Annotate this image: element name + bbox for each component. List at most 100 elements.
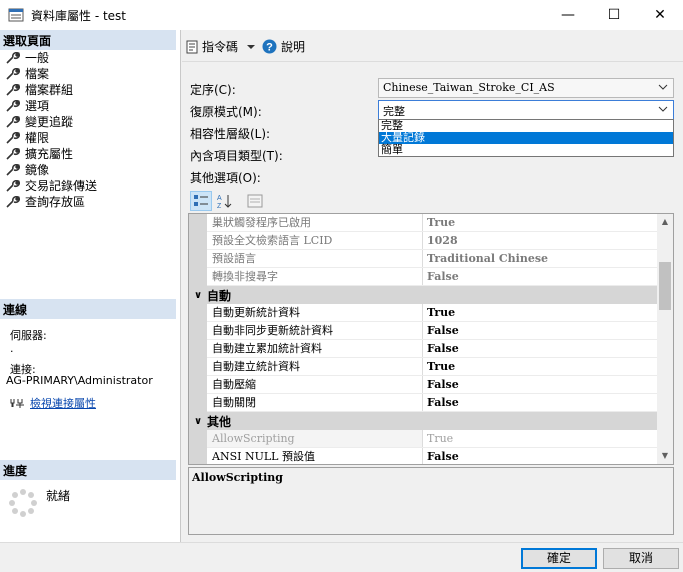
wrench-icon <box>6 180 20 192</box>
page-item[interactable]: 查詢存放區 <box>6 194 97 210</box>
view-connection-properties[interactable]: 檢視連接屬性 <box>10 395 96 411</box>
property-row[interactable]: 轉換非搜尋字 False <box>189 268 658 286</box>
property-row[interactable]: ANSI NULL 預設值 False <box>189 448 658 464</box>
description-panel: AllowScripting <box>188 467 674 535</box>
property-value[interactable]: False <box>423 376 658 393</box>
categorized-icon <box>194 195 208 206</box>
page-item[interactable]: 鏡像 <box>6 162 97 178</box>
progress-status: 就緒 <box>46 489 71 503</box>
recovery-option[interactable]: 大量記錄 <box>379 132 673 144</box>
page-list: 一般 檔案 檔案群組 選項 變更追蹤權限 擴充屬性 鏡像 交易記錄傳送 查詢存放區 <box>6 50 97 210</box>
property-row[interactable]: 自動建立累加統計資料 False <box>189 340 658 358</box>
page-item-label: 權限 <box>25 131 50 145</box>
property-value[interactable]: 1028 <box>423 232 658 249</box>
bottom-bar: 確定 取消 <box>0 542 683 572</box>
property-row[interactable]: 預設全文檢索語言 LCID 1028 <box>189 232 658 250</box>
row-gutter <box>189 250 207 268</box>
scroll-up-arrow-icon[interactable]: ▲ <box>657 214 673 230</box>
collapse-chevron-icon[interactable]: ∨ <box>189 416 207 427</box>
page-item-label: 一般 <box>25 51 50 65</box>
property-value[interactable]: True <box>423 304 658 321</box>
help-icon: ? <box>262 39 277 54</box>
connection-plug-icon <box>10 399 24 408</box>
sort-alphabetical-button[interactable]: A Z <box>214 191 236 211</box>
property-name: ANSI NULL 預設值 <box>207 448 423 464</box>
recovery-value: 完整 <box>383 105 405 118</box>
minimize-button[interactable]: — <box>545 0 591 30</box>
property-value[interactable]: True <box>423 358 658 375</box>
page-item[interactable]: 權限 <box>6 130 97 146</box>
maximize-button[interactable]: ☐ <box>591 0 637 30</box>
containment-type-label: 內含項目類型(T): <box>190 149 283 163</box>
page-item[interactable]: 變更追蹤 <box>6 114 97 130</box>
property-value[interactable]: False <box>423 340 658 357</box>
property-row[interactable]: 自動關閉 False <box>189 394 658 412</box>
property-name: 自動關閉 <box>207 394 423 411</box>
page-item[interactable]: 擴充屬性 <box>6 146 97 162</box>
connection-value: AG-PRIMARY\Administrator <box>6 374 153 387</box>
property-row[interactable]: 自動非同步更新統計資料 False <box>189 322 658 340</box>
recovery-model-select[interactable]: 完整 <box>378 100 674 120</box>
wrench-icon <box>6 100 20 112</box>
row-gutter <box>189 358 207 376</box>
property-pages-button[interactable] <box>244 191 266 211</box>
property-name: 自動更新統計資料 <box>207 304 423 321</box>
category-row[interactable]: ∨ 其他 <box>189 412 658 430</box>
categorized-button[interactable] <box>190 191 212 211</box>
collation-value: Chinese_Taiwan_Stroke_CI_AS <box>383 81 555 94</box>
scroll-thumb[interactable] <box>659 262 671 310</box>
property-name: 自動建立累加統計資料 <box>207 340 423 357</box>
left-panel: 選取頁面 一般 檔案 檔案群組 選項 變更追蹤 權限 擴充屬性 鏡像 交易記錄傳送 查詢存放區 連… <box>0 30 181 542</box>
property-value[interactable]: True <box>423 430 658 447</box>
description-title: AllowScripting <box>192 471 283 484</box>
cancel-button[interactable]: 取消 <box>603 548 679 569</box>
scroll-down-arrow-icon[interactable]: ▼ <box>657 448 673 464</box>
help-button[interactable]: ? 說明 <box>262 38 305 55</box>
row-gutter <box>189 448 207 464</box>
property-row[interactable]: 自動建立統計資料 True <box>189 358 658 376</box>
server-label: 伺服器: <box>10 329 47 342</box>
collapse-chevron-icon[interactable]: ∨ <box>189 290 207 301</box>
wrench-icon <box>6 116 20 128</box>
property-row[interactable]: AllowScripting True <box>189 430 658 448</box>
title-bar: 資料庫屬性 - test — ☐ ✕ <box>0 0 683 30</box>
row-gutter <box>189 214 207 232</box>
ok-button[interactable]: 確定 <box>521 548 597 569</box>
property-row[interactable]: 預設語言 Traditional Chinese <box>189 250 658 268</box>
chevron-down-icon <box>658 84 668 90</box>
wrench-icon <box>6 164 20 176</box>
property-name: 自動非同步更新統計資料 <box>207 322 423 339</box>
script-button[interactable]: 指令碼 <box>185 38 256 55</box>
row-gutter <box>189 394 207 412</box>
page-item[interactable]: 一般 <box>6 50 97 66</box>
category-row[interactable]: ∨ 自動 <box>189 286 658 304</box>
category-name: 自動 <box>207 288 232 303</box>
property-row[interactable]: 自動更新統計資料 True <box>189 304 658 322</box>
page-item[interactable]: 檔案 <box>6 66 97 82</box>
property-value[interactable]: True <box>423 214 658 231</box>
page-item-label: 變更追蹤 <box>25 115 74 129</box>
connection-header: 連線 <box>0 299 176 319</box>
right-panel: 指令碼 ? 說明 定序(C): Chinese_Taiwan_Stroke_CI… <box>182 30 683 542</box>
collation-select[interactable]: Chinese_Taiwan_Stroke_CI_AS <box>378 78 674 98</box>
property-row[interactable]: 巢狀觸發程序已啟用 True <box>189 214 658 232</box>
svg-text:Z: Z <box>217 203 222 209</box>
row-gutter <box>189 430 207 448</box>
close-button[interactable]: ✕ <box>637 0 683 30</box>
property-row[interactable]: 自動壓縮 False <box>189 376 658 394</box>
property-value[interactable]: Traditional Chinese <box>423 250 658 267</box>
row-gutter <box>189 232 207 250</box>
page-item[interactable]: 交易記錄傳送 <box>6 178 97 194</box>
property-value[interactable]: False <box>423 268 658 285</box>
help-label: 說明 <box>281 40 306 54</box>
property-value[interactable]: False <box>423 322 658 339</box>
recovery-option[interactable]: 簡單 <box>379 144 673 156</box>
page-item[interactable]: 檔案群組 <box>6 82 97 98</box>
grid-scrollbar[interactable]: ▲ ▼ <box>657 214 673 464</box>
property-value[interactable]: False <box>423 394 658 411</box>
row-gutter <box>189 376 207 394</box>
row-gutter <box>189 340 207 358</box>
property-value[interactable]: False <box>423 448 658 464</box>
view-connection-link[interactable]: 檢視連接屬性 <box>30 395 96 411</box>
page-item[interactable]: 選項 <box>6 98 97 114</box>
